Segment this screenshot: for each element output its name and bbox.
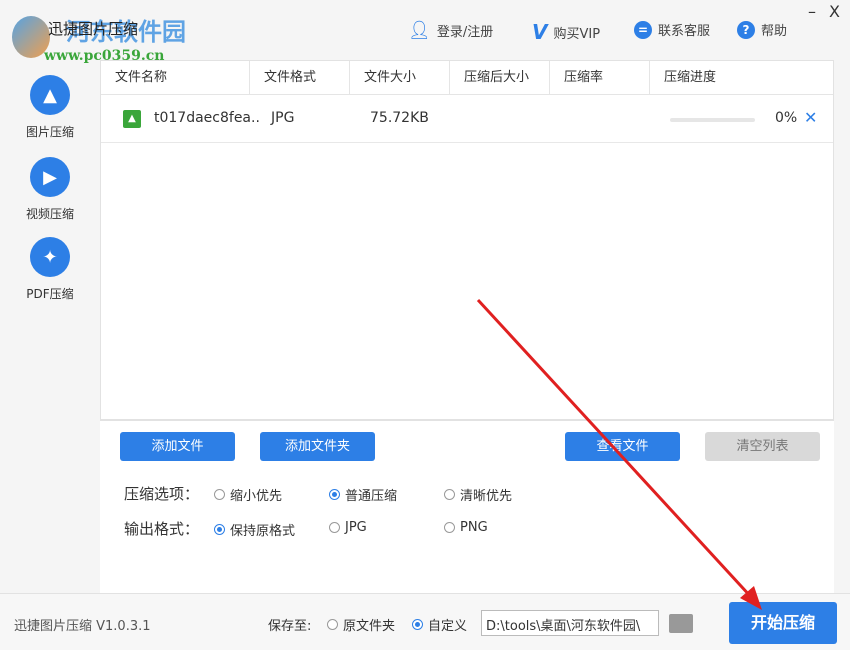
footer: 迅捷图片压缩 V1.0.3.1 保存至: 原文件夹 自定义 D:\tools\桌… — [0, 593, 850, 650]
sidebar-label: 视频压缩 — [26, 207, 74, 221]
start-compress-button[interactable]: 开始压缩 — [729, 602, 837, 644]
table-row[interactable]: ▲ t017daec8fea.. JPG 75.72KB 0% ✕ — [101, 95, 833, 143]
add-folder-button[interactable]: 添加文件夹 — [260, 432, 375, 461]
contact-service-button[interactable]: = 联系客服 — [634, 20, 710, 39]
play-icon: ▶ — [30, 157, 70, 197]
sidebar-item-image[interactable]: ▲ 图片压缩 — [0, 75, 100, 140]
radio-keep-format[interactable]: 保持原格式 — [214, 520, 295, 539]
version-label: 迅捷图片压缩 V1.0.3.1 — [14, 615, 151, 634]
sidebar-label: 图片压缩 — [26, 125, 74, 139]
table-header: 文件名称 文件格式 文件大小 压缩后大小 压缩率 压缩进度 — [101, 61, 833, 95]
app-title: 迅捷图片压缩 — [48, 18, 138, 39]
col-format: 文件格式 — [250, 61, 350, 94]
radio-original-folder[interactable]: 原文件夹 — [327, 615, 395, 634]
vip-icon: V — [532, 20, 547, 44]
buy-vip-button[interactable]: V 购买VIP — [532, 20, 600, 44]
image-file-icon: ▲ — [123, 110, 141, 128]
sidebar-item-video[interactable]: ▶ 视频压缩 — [0, 157, 100, 222]
radio-shrink-priority[interactable]: 缩小优先 — [214, 485, 282, 504]
file-table: 文件名称 文件格式 文件大小 压缩后大小 压缩率 压缩进度 ▲ t017daec… — [100, 60, 834, 420]
radio-jpg[interactable]: JPG — [329, 520, 367, 535]
radio-png[interactable]: PNG — [444, 520, 488, 535]
col-progress: 压缩进度 — [650, 61, 833, 94]
minimize-button[interactable]: – — [808, 2, 816, 21]
sidebar-label: PDF压缩 — [26, 287, 73, 301]
folder-icon[interactable] — [669, 614, 693, 633]
file-size: 75.72KB — [370, 110, 429, 126]
remove-file-icon[interactable]: ✕ — [804, 108, 817, 127]
output-format-label: 输出格式： — [124, 518, 199, 539]
radio-normal-compress[interactable]: 普通压缩 — [329, 485, 397, 504]
help-button[interactable]: ? 帮助 — [737, 20, 787, 39]
col-ratio: 压缩率 — [550, 61, 650, 94]
radio-custom-folder[interactable]: 自定义 — [412, 615, 467, 634]
save-to-label: 保存至: — [268, 615, 311, 634]
chat-icon: = — [634, 21, 652, 39]
radio-clarity-priority[interactable]: 清晰优先 — [444, 485, 512, 504]
image-icon: ▲ — [30, 75, 70, 115]
pdf-icon: ✦ — [30, 237, 70, 277]
user-icon: 👤︎ — [408, 20, 431, 41]
help-icon: ? — [737, 21, 755, 39]
col-size: 文件大小 — [350, 61, 450, 94]
sidebar-item-pdf[interactable]: ✦ PDF压缩 — [0, 237, 100, 302]
col-compressed: 压缩后大小 — [450, 61, 550, 94]
clear-list-button[interactable]: 清空列表 — [705, 432, 820, 461]
add-file-button[interactable]: 添加文件 — [120, 432, 235, 461]
view-files-button[interactable]: 查看文件 — [565, 432, 680, 461]
vip-label: 购买VIP — [553, 23, 600, 42]
file-format: JPG — [271, 110, 294, 126]
progress-bar — [670, 118, 755, 122]
options-panel: 添加文件 添加文件夹 查看文件 清空列表 压缩选项： 缩小优先 普通压缩 清晰优… — [100, 420, 834, 593]
save-path-input[interactable]: D:\tools\桌面\河东软件园\ — [481, 610, 659, 636]
file-name: t017daec8fea.. — [154, 110, 260, 126]
col-name: 文件名称 — [101, 61, 250, 94]
login-button[interactable]: 👤︎ 登录/注册 — [408, 20, 493, 41]
close-window-button[interactable]: X — [829, 2, 840, 21]
service-label: 联系客服 — [658, 20, 710, 39]
login-label: 登录/注册 — [437, 21, 493, 40]
help-label: 帮助 — [761, 20, 787, 39]
compress-options-label: 压缩选项： — [124, 483, 199, 504]
progress-label: 0% — [775, 110, 797, 126]
